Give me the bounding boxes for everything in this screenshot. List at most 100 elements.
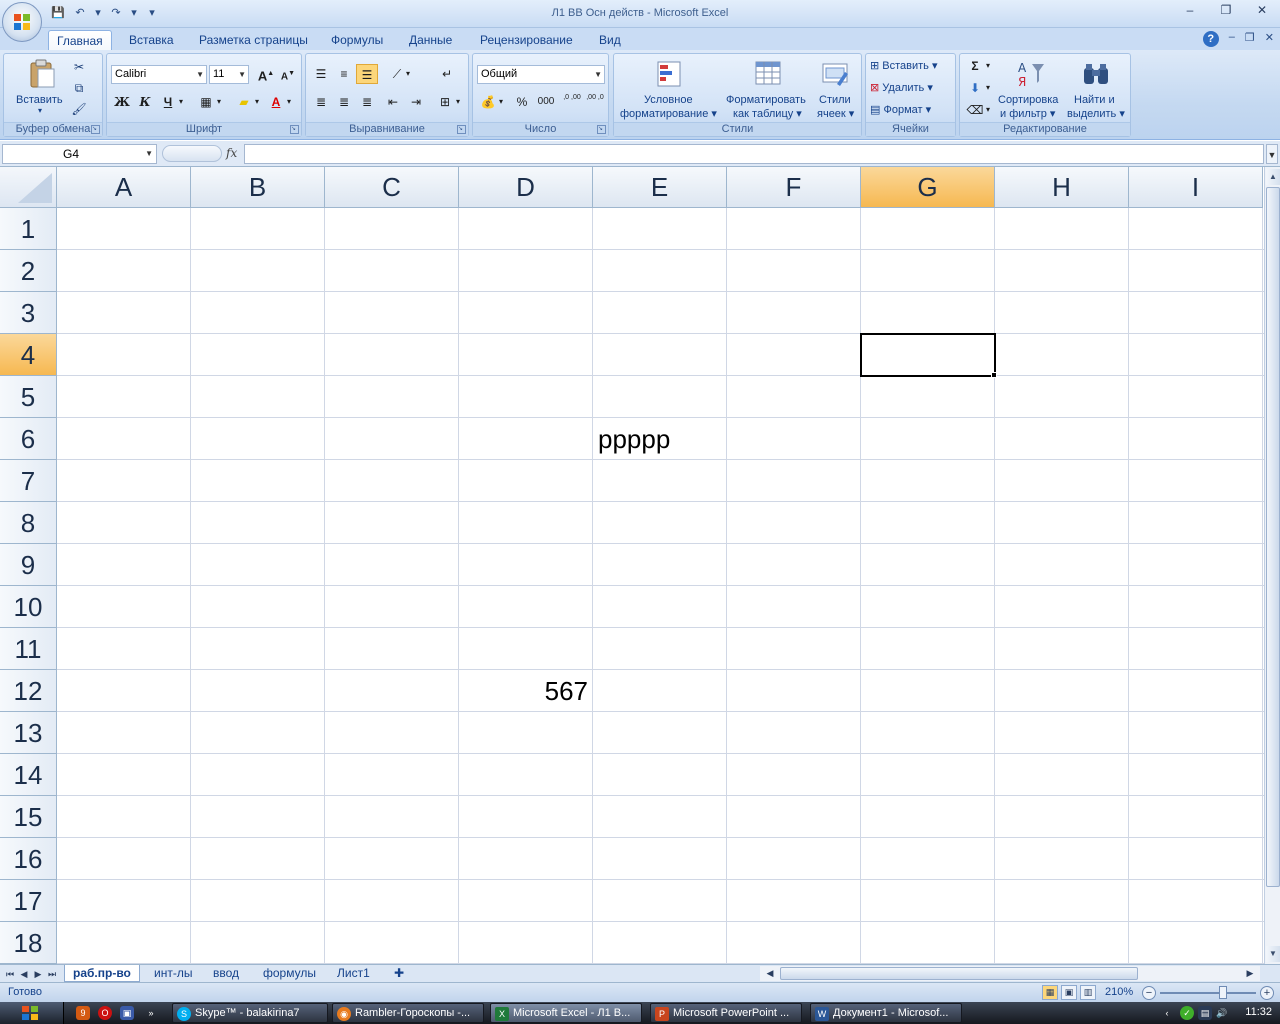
delete-cells-button[interactable]: ⊠ Удалить ▾ <box>870 81 933 94</box>
paste-button[interactable]: Вставить <box>16 94 63 106</box>
tab-home[interactable]: Главная <box>48 30 112 51</box>
zoom-in-icon[interactable]: + <box>1260 986 1274 1000</box>
column-header-g[interactable]: G <box>861 167 995 208</box>
insert-function-button[interactable]: fx <box>226 146 237 160</box>
horizontal-scroll-thumb[interactable] <box>780 967 1138 980</box>
currency-dropdown-icon[interactable]: ▾ <box>495 92 507 112</box>
increase-decimal-button[interactable]: ,0 ,00 <box>561 92 583 112</box>
next-sheet-icon[interactable]: ▶ <box>32 967 44 981</box>
underline-dropdown-icon[interactable]: ▾ <box>175 92 187 112</box>
normal-view-icon[interactable]: ▦ <box>1042 985 1058 1000</box>
bold-button[interactable]: Ж <box>111 92 133 112</box>
align-left-icon[interactable]: ≣ <box>310 92 332 112</box>
cell-styles-icon[interactable] <box>819 58 851 90</box>
font-size-combo[interactable]: 11 ▼ <box>209 65 249 84</box>
scroll-left-icon[interactable]: ◀ <box>764 966 776 980</box>
binoculars-icon[interactable] <box>1080 58 1112 90</box>
tray-volume-icon[interactable]: 🔊 <box>1215 1006 1229 1020</box>
autosum-dropdown-icon[interactable]: ▾ <box>982 56 994 76</box>
tab-review[interactable]: Рецензирование <box>472 30 581 50</box>
font-name-combo[interactable]: Calibri ▼ <box>111 65 207 84</box>
align-right-icon[interactable]: ≣ <box>356 92 378 112</box>
align-center-icon[interactable]: ≣ <box>333 92 355 112</box>
taskbar-item-skype[interactable]: S Skype™ - balakirina7 <box>172 1003 328 1023</box>
chevron-down-icon[interactable]: ▼ <box>145 145 153 163</box>
row-header-5[interactable]: 5 <box>0 376 57 418</box>
sort-filter-label-1[interactable]: Сортировка <box>998 94 1058 106</box>
paste-dropdown-icon[interactable]: ▾ <box>38 106 42 115</box>
conditional-format-icon[interactable] <box>654 58 686 90</box>
row-header-3[interactable]: 3 <box>0 292 57 334</box>
format-as-table-icon[interactable] <box>752 58 784 90</box>
expand-formula-bar-icon[interactable]: ▼ <box>1266 144 1278 164</box>
scroll-up-icon[interactable]: ▲ <box>1266 169 1280 185</box>
borders-dropdown-icon[interactable]: ▾ <box>213 92 225 112</box>
column-header-e[interactable]: E <box>593 167 727 208</box>
zoom-out-icon[interactable]: − <box>1142 986 1156 1000</box>
sort-filter-icon[interactable]: A Я <box>1014 58 1046 90</box>
column-header-d[interactable]: D <box>459 167 593 208</box>
align-middle-icon[interactable]: ≡ <box>333 64 355 84</box>
column-header-i[interactable]: I <box>1129 167 1263 208</box>
format-painter-icon[interactable]: 🖌 <box>70 100 88 118</box>
first-sheet-icon[interactable]: ⏮ <box>4 967 16 981</box>
minimize-button[interactable]: – <box>1178 2 1202 20</box>
shrink-font-button[interactable]: A▼ <box>277 64 299 84</box>
column-header-a[interactable]: A <box>57 167 191 208</box>
row-header-13[interactable]: 13 <box>0 712 57 754</box>
italic-button[interactable]: К <box>134 92 156 112</box>
font-launcher-icon[interactable]: ↘ <box>290 125 299 134</box>
number-format-combo[interactable]: Общий ▼ <box>477 65 605 84</box>
cut-icon[interactable]: ✂ <box>70 58 88 76</box>
decrease-indent-icon[interactable]: ⇤ <box>382 92 404 112</box>
taskbar-item-powerpoint[interactable]: P Microsoft PowerPoint ... <box>650 1003 802 1023</box>
zoom-slider-track[interactable] <box>1160 992 1256 994</box>
quicklaunch-expand-icon[interactable]: » <box>144 1006 158 1020</box>
taskbar-item-rambler[interactable]: ◉ Rambler-Гороскопы -... <box>332 1003 484 1023</box>
fill-color-dropdown-icon[interactable]: ▾ <box>251 92 263 112</box>
insert-cells-button[interactable]: ⊞ Вставить ▾ <box>870 59 938 72</box>
sheet-tab-5[interactable]: Лист1 <box>329 965 378 982</box>
taskbar-item-excel[interactable]: X Microsoft Excel - Л1 В... <box>490 1003 642 1023</box>
zoom-slider-thumb[interactable] <box>1219 986 1227 999</box>
active-cell-outline[interactable] <box>860 333 996 377</box>
row-header-18[interactable]: 18 <box>0 922 57 964</box>
quicklaunch-icon-1[interactable]: 9 <box>76 1006 90 1020</box>
last-sheet-icon[interactable]: ⏭ <box>46 967 58 981</box>
wrap-text-icon[interactable]: ↵ <box>436 64 458 84</box>
maximize-button[interactable]: ❐ <box>1214 2 1238 20</box>
prev-sheet-icon[interactable]: ◀ <box>18 967 30 981</box>
sheet-tab-2[interactable]: инт-лы <box>146 965 200 982</box>
format-cells-button[interactable]: ▤ Формат ▾ <box>870 103 931 116</box>
select-all-button[interactable] <box>0 167 57 208</box>
tab-page-layout[interactable]: Разметка страницы <box>191 30 316 50</box>
column-header-c[interactable]: C <box>325 167 459 208</box>
row-header-7[interactable]: 7 <box>0 460 57 502</box>
name-box[interactable]: G4 ▼ <box>2 144 157 164</box>
help-icon[interactable]: ? <box>1202 31 1219 47</box>
tab-data[interactable]: Данные <box>401 30 460 50</box>
zoom-level[interactable]: 210% <box>1105 986 1133 998</box>
row-header-2[interactable]: 2 <box>0 250 57 292</box>
cell-styles-label-1[interactable]: Стили <box>819 94 851 106</box>
copy-icon[interactable]: ⧉ <box>70 79 88 97</box>
alignment-launcher-icon[interactable]: ↘ <box>457 125 466 134</box>
doc-restore-button[interactable]: ❐ <box>1245 31 1255 47</box>
row-header-12[interactable]: 12 <box>0 670 57 712</box>
tab-formulas[interactable]: Формулы <box>323 30 391 50</box>
fill-dropdown-icon[interactable]: ▾ <box>982 78 994 98</box>
merge-dropdown-icon[interactable]: ▾ <box>452 92 464 112</box>
row-header-11[interactable]: 11 <box>0 628 57 670</box>
start-button[interactable] <box>0 1002 64 1024</box>
column-header-b[interactable]: B <box>191 167 325 208</box>
doc-minimize-button[interactable]: – <box>1229 31 1235 47</box>
find-select-label-1[interactable]: Найти и <box>1074 94 1115 106</box>
number-launcher-icon[interactable]: ↘ <box>597 125 606 134</box>
tab-view[interactable]: Вид <box>591 30 629 50</box>
align-top-icon[interactable]: ☰ <box>310 64 332 84</box>
cell-d12[interactable]: 567 <box>459 670 588 712</box>
grow-font-button[interactable]: A▲ <box>255 64 277 84</box>
horizontal-scrollbar[interactable]: ◀ ▶ <box>760 966 1260 981</box>
opera-icon[interactable]: O <box>98 1006 112 1020</box>
row-header-4[interactable]: 4 <box>0 334 57 376</box>
